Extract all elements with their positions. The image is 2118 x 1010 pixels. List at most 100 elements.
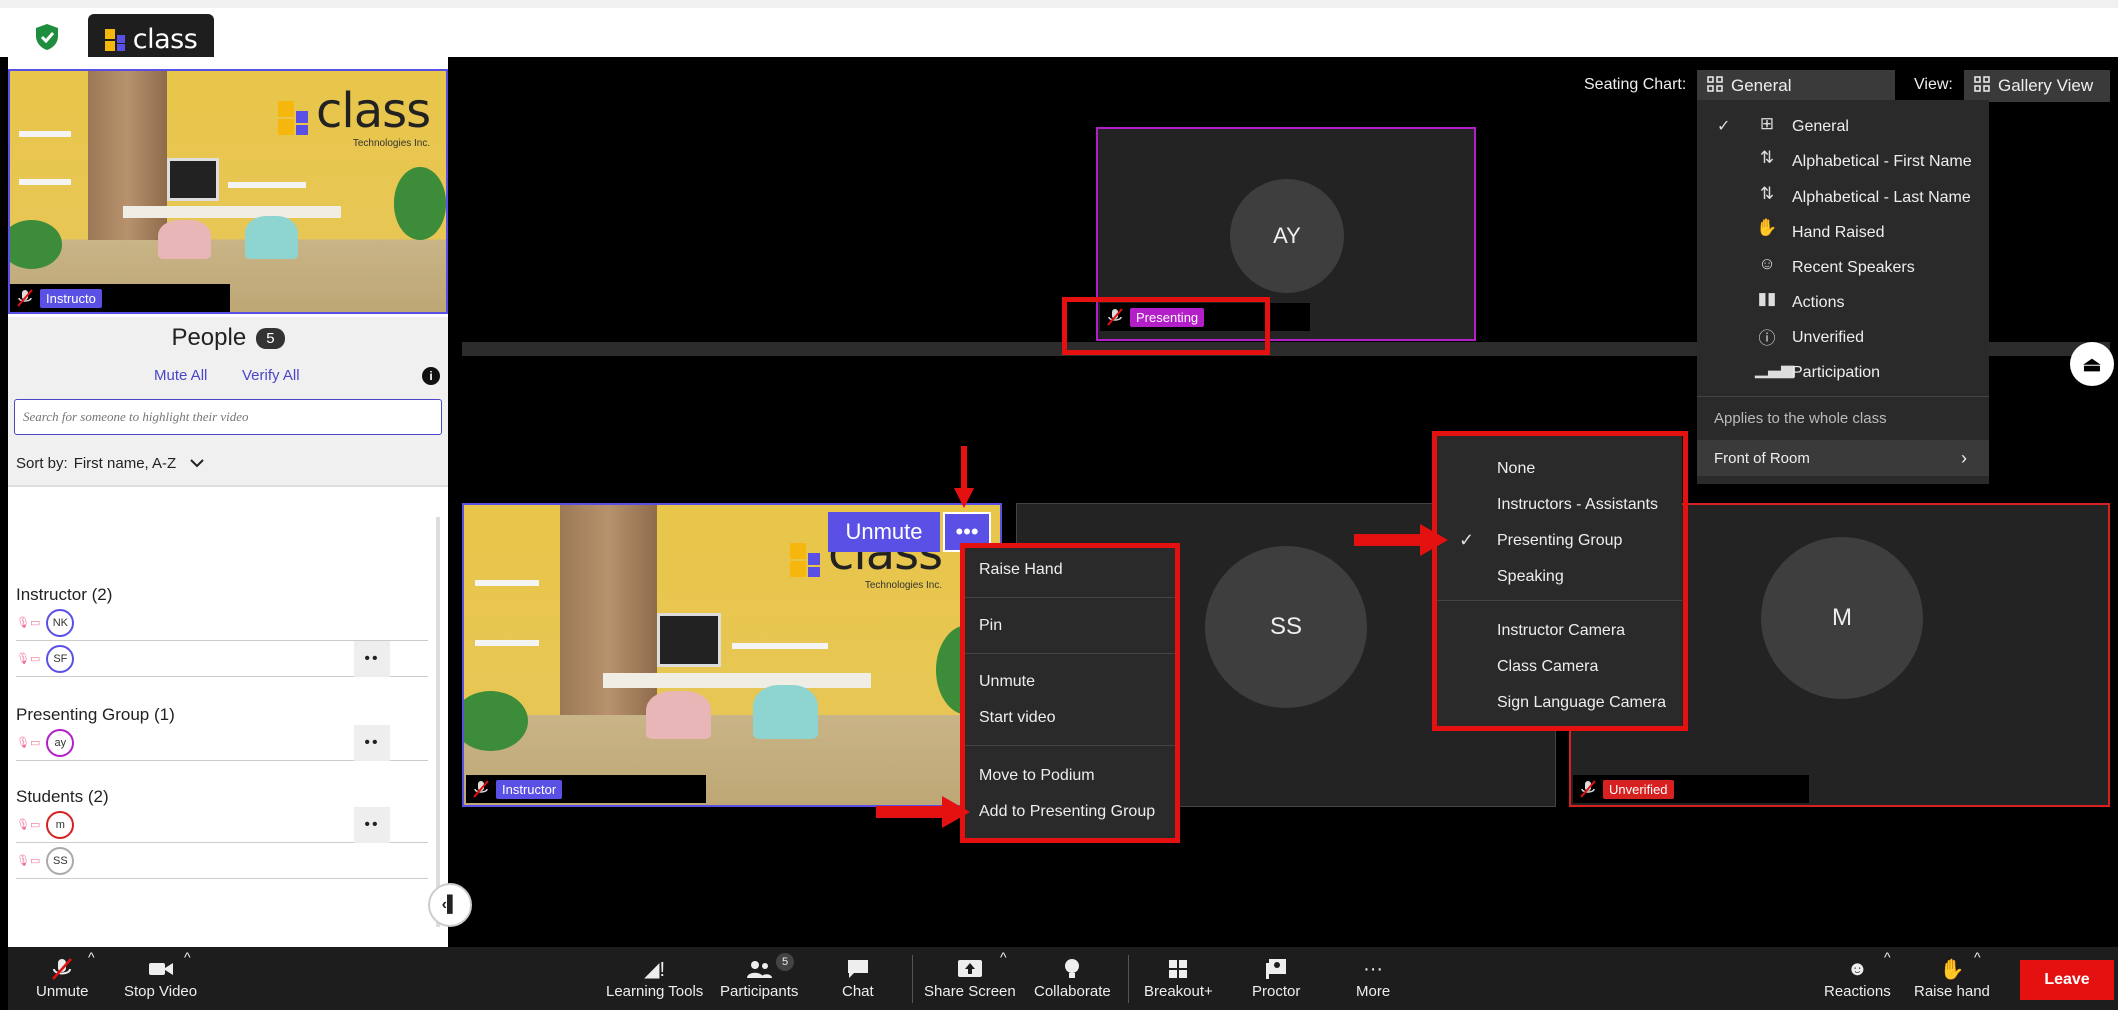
instructor-nametag: Instructor	[466, 775, 706, 803]
list-item[interactable]: 🎙▭ SS	[16, 843, 428, 879]
annotation-arrow-right-icon	[876, 796, 970, 828]
annotation-box-presenting	[1062, 297, 1270, 355]
chevron-up-icon[interactable]: ^	[1974, 949, 1981, 965]
view-select[interactable]: Gallery View	[1964, 70, 2110, 102]
class-logo-icon	[104, 28, 127, 51]
reactions-button[interactable]: ☻ Reactions	[1824, 955, 1891, 1001]
list-item[interactable]: 🎙▭ ay ••	[16, 725, 428, 761]
grid-icon	[1707, 75, 1723, 97]
annotation-arrow-right-icon	[1354, 524, 1448, 556]
mic-video-off-icon: 🎙▭	[16, 617, 41, 629]
search-wrap	[8, 393, 448, 441]
leave-button[interactable]: Leave	[2020, 960, 2114, 1000]
mic-video-off-icon: 🎙▭	[16, 653, 41, 665]
people-icon	[745, 955, 773, 983]
mute-all-link[interactable]: Mute All	[154, 367, 207, 384]
seating-item-general[interactable]: General	[1697, 112, 1989, 142]
proctor-button[interactable]: Proctor	[1252, 955, 1300, 1000]
avatar: SS	[1205, 546, 1367, 708]
chevron-right-icon: ›	[1961, 447, 1967, 468]
seating-item-recent-speakers[interactable]: Recent Speakers	[1697, 253, 1989, 283]
self-nametag: Instructo	[10, 284, 230, 312]
roster-list: Instructor (2) 🎙▭ NK 🎙▭ SF •• Presenting…	[8, 513, 448, 943]
ellipsis-icon: ···	[1363, 957, 1384, 980]
list-item[interactable]: 🎙▭ NK	[16, 605, 428, 641]
chevron-down-icon	[190, 455, 204, 472]
shield-check-icon[interactable]	[30, 20, 64, 54]
share-screen-icon	[957, 955, 983, 983]
seating-chart-select[interactable]: General	[1697, 70, 1895, 102]
seating-item-actions[interactable]: Actions	[1697, 288, 1989, 318]
chevron-up-icon[interactable]: ^	[1000, 949, 1007, 965]
people-panel: class Technologies Inc. Instructo People…	[8, 57, 448, 947]
applies-note: Applies to the whole class	[1714, 410, 1887, 427]
row-more-button[interactable]: ••	[354, 807, 390, 843]
avatar: SS	[46, 846, 75, 875]
mic-video-off-icon: 🎙▭	[16, 737, 41, 749]
seating-item-alpha-first[interactable]: Alphabetical - First Name	[1697, 147, 1989, 177]
role-tag: Instructo	[40, 288, 102, 308]
seating-chart-dropdown: ✓ ⊞ General ⇅ Alphabetical - First Name …	[1697, 100, 1989, 484]
front-of-room-label: Front of Room	[1714, 449, 1810, 467]
people-actions: Mute All Verify All i	[8, 359, 448, 393]
group-title-instructor: Instructor (2)	[16, 585, 113, 604]
avatar: SF	[46, 644, 75, 673]
seating-item-unverified[interactable]: Unverified	[1697, 323, 1989, 353]
seating-item-participation[interactable]: Participation	[1697, 358, 1989, 388]
seating-item-hand-raised[interactable]: Hand Raised	[1697, 218, 1989, 248]
tile-unmute-button[interactable]: Unmute	[828, 512, 940, 552]
chat-button[interactable]: Chat	[842, 955, 874, 1000]
view-label: View:	[1914, 76, 1953, 93]
top-bar: class	[0, 0, 2118, 65]
proctor-icon	[1265, 955, 1287, 983]
avatar: m	[46, 810, 75, 839]
front-of-room-item[interactable]: Front of Room ›	[1697, 440, 1989, 476]
participants-count-badge: 5	[776, 953, 794, 971]
group-title-students: Students (2)	[16, 787, 109, 806]
eject-podium-icon[interactable]: ⏏	[2070, 342, 2114, 386]
people-count-badge: 5	[256, 327, 285, 349]
sort-control[interactable]: Sort by: First name, A-Z	[8, 441, 448, 487]
info-icon[interactable]: i	[422, 367, 440, 385]
avatar: AY	[1230, 179, 1344, 293]
m-nametag: Unverified	[1573, 775, 1809, 803]
list-item[interactable]: 🎙▭ m ••	[16, 807, 428, 843]
video-camera-icon	[148, 955, 174, 983]
annotation-box-submenu	[1432, 431, 1688, 731]
roster-scrollbar[interactable]	[436, 517, 440, 927]
grid-icon	[1974, 75, 1990, 97]
row-more-button[interactable]: ••	[354, 725, 390, 761]
search-input[interactable]	[14, 399, 442, 435]
unverified-tag: Unverified	[1603, 779, 1674, 799]
verify-all-link[interactable]: Verify All	[242, 367, 300, 384]
mic-video-off-icon: 🎙▭	[16, 855, 41, 867]
grid-icon	[1168, 955, 1188, 983]
chevron-up-icon[interactable]: ^	[88, 949, 95, 965]
mic-video-off-icon: 🎙▭	[16, 819, 41, 831]
sort-value: First name, A-Z	[73, 454, 177, 472]
seating-chart-value: General	[1731, 76, 1792, 95]
app-title: class	[132, 24, 198, 55]
seating-item-alpha-last[interactable]: Alphabetical - Last Name	[1697, 183, 1989, 213]
more-button[interactable]: ··· More	[1356, 955, 1390, 1001]
chevron-up-icon[interactable]: ^	[1884, 949, 1891, 965]
annotation-box-tile-menu	[960, 543, 1180, 843]
collaborate-button[interactable]: Collaborate	[1034, 955, 1111, 1000]
mic-muted-icon	[1579, 780, 1597, 798]
chevron-up-icon[interactable]: ^	[184, 949, 191, 965]
self-video-tile[interactable]: class Technologies Inc. Instructo	[8, 69, 448, 314]
lightbulb-icon	[1063, 955, 1081, 983]
breakout-button[interactable]: Breakout+	[1144, 955, 1213, 1000]
view-value: Gallery View	[1998, 76, 2094, 95]
hand-icon: ✋	[1939, 958, 1965, 981]
mic-muted-icon	[16, 289, 34, 307]
chat-icon	[847, 955, 869, 983]
learning-tools-icon: ◢!	[644, 958, 666, 981]
learning-tools-button[interactable]: ◢! Learning Tools	[606, 955, 703, 1001]
people-title: People	[171, 324, 247, 351]
row-more-button[interactable]: ••	[354, 641, 390, 677]
unmute-button[interactable]: Unmute	[36, 955, 89, 1000]
collapse-panel-button[interactable]: ‹▌	[428, 883, 472, 927]
list-item[interactable]: 🎙▭ SF ••	[16, 641, 428, 677]
brand-logo: class Technologies Inc.	[278, 87, 431, 149]
